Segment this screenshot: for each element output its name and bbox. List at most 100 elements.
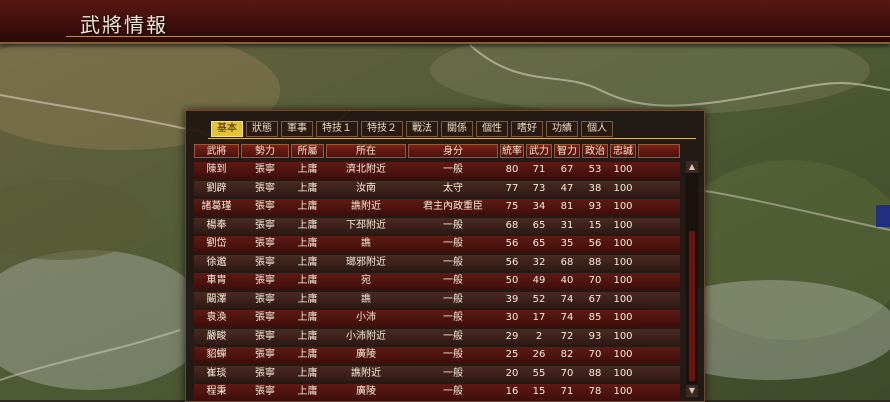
cell-5: 39 (505, 293, 519, 305)
column-header-4[interactable]: 身分 (408, 144, 498, 158)
cell-8: 85 (588, 312, 602, 323)
cell-6: 65 (532, 219, 546, 231)
cell-3: 廣陵 (356, 386, 376, 397)
cell-0: 徐邈 (206, 256, 227, 268)
table-row[interactable]: 劉辟 張寧 上庸 汝南 太守 77 73 47 38 100 (194, 180, 680, 199)
tab-7[interactable]: 個性 (476, 121, 508, 137)
tab-9[interactable]: 功績 (546, 121, 578, 137)
tab-0[interactable]: 基本 (211, 121, 243, 137)
cell-3: 譙附近 (351, 201, 381, 212)
column-header-8[interactable]: 政治 (582, 144, 608, 158)
scroll-up-icon[interactable]: ▲ (686, 161, 698, 173)
cell-4: 一般 (443, 312, 463, 323)
table-row[interactable]: 闞澤 張寧 上庸 譙 一般 39 52 74 67 100 (194, 291, 680, 310)
cell-3: 廣陵 (356, 349, 376, 360)
cell-9: 100 (613, 312, 633, 323)
cell-0: 車胄 (206, 275, 227, 286)
cell-7: 81 (560, 201, 574, 212)
tab-5[interactable]: 戰法 (406, 121, 438, 137)
cell-0: 諸葛瑾 (201, 201, 232, 212)
table-row[interactable]: 徐邈 張寧 上庸 瑯邪附近 一般 56 32 68 88 100 (194, 254, 680, 273)
column-header-5[interactable]: 統率 (500, 144, 524, 158)
scroll-thumb[interactable] (689, 231, 695, 381)
cell-8: 56 (588, 238, 602, 249)
cell-9: 100 (613, 201, 633, 212)
cell-1: 張寧 (255, 349, 275, 360)
cell-4: 一般 (443, 164, 463, 175)
cell-4: 一般 (443, 275, 463, 286)
tab-6[interactable]: 關係 (441, 121, 473, 137)
column-header-1[interactable]: 勢力 (241, 144, 289, 158)
cell-4: 一般 (443, 219, 463, 231)
tab-4[interactable]: 特技２ (361, 121, 403, 137)
table-row[interactable]: 車胄 張寧 上庸 宛 一般 50 49 40 70 100 (194, 272, 680, 291)
cell-9: 100 (613, 256, 633, 268)
cell-4: 一般 (443, 386, 463, 397)
cell-8: 88 (588, 367, 602, 379)
cell-5: 75 (505, 201, 519, 212)
cell-7: 47 (560, 182, 574, 194)
table-row[interactable]: 崔琰 張寧 上庸 譙附近 一般 20 55 70 88 100 (194, 365, 680, 384)
table-row[interactable]: 袁渙 張寧 上庸 小沛 一般 30 17 74 85 100 (194, 309, 680, 328)
cell-0: 陳到 (206, 164, 227, 175)
cell-5: 50 (505, 275, 519, 286)
cell-5: 56 (505, 238, 519, 249)
cell-8: 38 (588, 182, 602, 194)
cell-6: 32 (532, 256, 546, 268)
cell-8: 93 (588, 330, 602, 342)
cell-2: 上庸 (297, 238, 318, 249)
cell-4: 一般 (443, 238, 463, 249)
column-header-0[interactable]: 武將 (194, 144, 239, 158)
cell-6: 73 (532, 182, 546, 194)
tab-8[interactable]: 嗜好 (511, 121, 543, 137)
table-header: 武將 勢力 所屬 所在 身分 統率 武力 智力 政治 忠誠 (194, 144, 680, 159)
cell-2: 上庸 (297, 219, 318, 231)
cell-1: 張寧 (255, 256, 275, 268)
cell-6: 17 (532, 312, 546, 323)
tab-2[interactable]: 軍事 (281, 121, 313, 137)
cell-2: 上庸 (297, 164, 318, 175)
title-underline (66, 36, 890, 37)
cell-1: 張寧 (255, 330, 275, 342)
table-row[interactable]: 貂蟬 張寧 上庸 廣陵 一般 25 26 82 70 100 (194, 346, 680, 365)
scrollbar[interactable]: ▲ ▼ (686, 161, 698, 397)
table-row[interactable]: 陳到 張寧 上庸 濟北附近 一般 80 71 67 53 100 (194, 161, 680, 180)
cell-7: 40 (560, 275, 574, 286)
scroll-down-icon[interactable]: ▼ (686, 385, 698, 397)
column-header-2[interactable]: 所屬 (291, 144, 324, 158)
tab-10[interactable]: 個人 (581, 121, 613, 137)
table-row[interactable]: 楊奉 張寧 上庸 下邳附近 一般 68 65 31 15 100 (194, 217, 680, 236)
column-header-9[interactable]: 忠誠 (610, 144, 636, 158)
cell-1: 張寧 (255, 293, 275, 305)
cell-0: 劉岱 (206, 238, 227, 249)
table-row[interactable]: 劉岱 張寧 上庸 譙 一般 56 65 35 56 100 (194, 235, 680, 254)
cell-8: 70 (588, 349, 602, 360)
cell-9: 100 (613, 275, 633, 286)
cell-1: 張寧 (255, 219, 275, 231)
cell-0: 貂蟬 (206, 349, 227, 360)
cell-4: 一般 (443, 349, 463, 360)
cell-6: 34 (532, 201, 546, 212)
tab-1[interactable]: 狀態 (246, 121, 278, 137)
table-row[interactable]: 程秉 張寧 上庸 廣陵 一般 16 15 71 78 100 (194, 383, 680, 402)
cell-3: 下邳附近 (346, 219, 386, 231)
cell-0: 楊奉 (206, 219, 227, 231)
officer-info-panel: 基本 狀態 軍事 特技１ 特技２ 戰法 關係 個性 嗜好 功績 個人 武將 勢力 所屬 所在 身分 統率 武力智… (185, 110, 705, 402)
column-header-7[interactable]: 智力 (554, 144, 580, 158)
window-title: 武將情報 (80, 13, 168, 37)
cell-3: 瑯邪附近 (346, 256, 386, 268)
cell-5: 80 (505, 164, 519, 175)
cell-5: 56 (505, 256, 519, 268)
cell-2: 上庸 (297, 386, 318, 397)
cell-7: 31 (560, 219, 574, 231)
cell-7: 71 (560, 386, 574, 397)
tab-3[interactable]: 特技１ (316, 121, 358, 137)
column-header-3[interactable]: 所在 (326, 144, 406, 158)
cell-0: 程秉 (206, 386, 227, 397)
table-row[interactable]: 嚴畯 張寧 上庸 小沛附近 一般 29 2 72 93 100 (194, 328, 680, 347)
cell-8: 15 (588, 219, 602, 231)
table-row[interactable]: 諸葛瑾 張寧 上庸 譙附近 君主內政重臣 75 34 81 93 100 (194, 198, 680, 217)
column-header-6[interactable]: 武力 (526, 144, 552, 158)
cell-2: 上庸 (297, 330, 318, 342)
cell-7: 68 (560, 256, 574, 268)
